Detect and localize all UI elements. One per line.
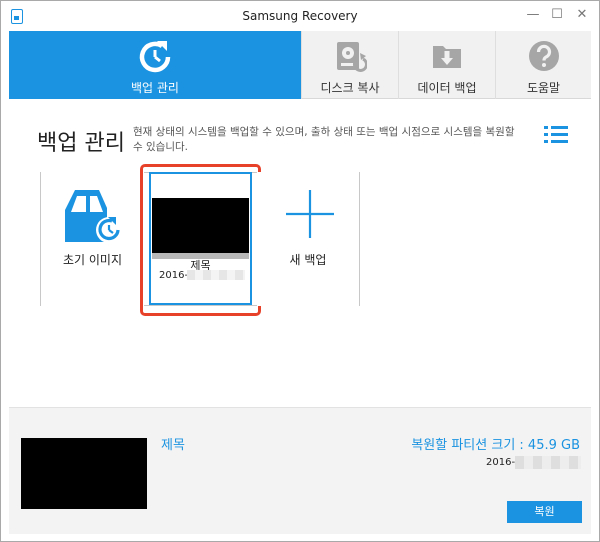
initial-image-label: 초기 이미지: [62, 253, 122, 267]
backup-management-panel: 백업 관리 현재 상태의 시스템을 백업할 수 있으며, 출하 상태 또는 백업…: [9, 99, 591, 407]
tab-help[interactable]: 도움말: [495, 31, 591, 99]
restore-arrow-icon: [139, 41, 171, 73]
tab-backup-management-label: 백업 관리: [131, 81, 179, 95]
page-title: 백업 관리: [37, 131, 125, 156]
tab-bar: 백업 관리 디스크 복사 데이터 백업 도움말: [9, 31, 591, 99]
tab-disk-copy[interactable]: 디스크 복사: [301, 31, 398, 99]
tab-disk-copy-label: 디스크 복사: [320, 81, 380, 95]
disk-copy-icon: [337, 42, 367, 72]
window-title: Samsung Recovery: [242, 9, 358, 23]
selection-highlight: [140, 164, 261, 316]
app-window: Samsung Recovery — ☐ ✕ 백업 관리 디스크 복사 데이터 …: [0, 0, 600, 542]
page-description: 현재 상태의 시스템을 백업할 수 있으며, 출하 상태 또는 백업 시점으로 …: [133, 126, 515, 153]
details-date: 2016-: [486, 457, 516, 468]
maximize-button[interactable]: ☐: [546, 5, 568, 25]
initial-image-card[interactable]: 초기 이미지: [41, 172, 144, 306]
partition-size: 복원할 파티션 크기 : 45.9 GB: [411, 438, 580, 453]
plus-icon: [286, 190, 334, 238]
details-thumbnail: [21, 438, 147, 509]
list-view-icon[interactable]: [544, 126, 568, 146]
new-backup-label: 새 백업: [289, 253, 327, 267]
folder-download-icon: [433, 46, 461, 68]
close-button[interactable]: ✕: [571, 5, 593, 25]
tab-backup-management[interactable]: 백업 관리: [9, 31, 301, 99]
minimize-button[interactable]: —: [522, 5, 544, 25]
tab-data-backup[interactable]: 데이터 백업: [398, 31, 495, 99]
new-backup-card[interactable]: 새 백업: [257, 172, 359, 306]
tab-data-backup-label: 데이터 백업: [417, 81, 477, 95]
redacted-date: [515, 456, 581, 469]
backup-details-panel: 제목 복원할 파티션 크기 : 45.9 GB 2016- 복원: [9, 407, 591, 534]
title-bar: Samsung Recovery — ☐ ✕: [1, 1, 599, 31]
restore-button[interactable]: 복원: [507, 501, 582, 523]
initial-image-icon: [65, 190, 122, 243]
details-title: 제목: [161, 438, 185, 453]
tab-help-label: 도움말: [526, 81, 561, 95]
question-icon: [528, 41, 559, 71]
